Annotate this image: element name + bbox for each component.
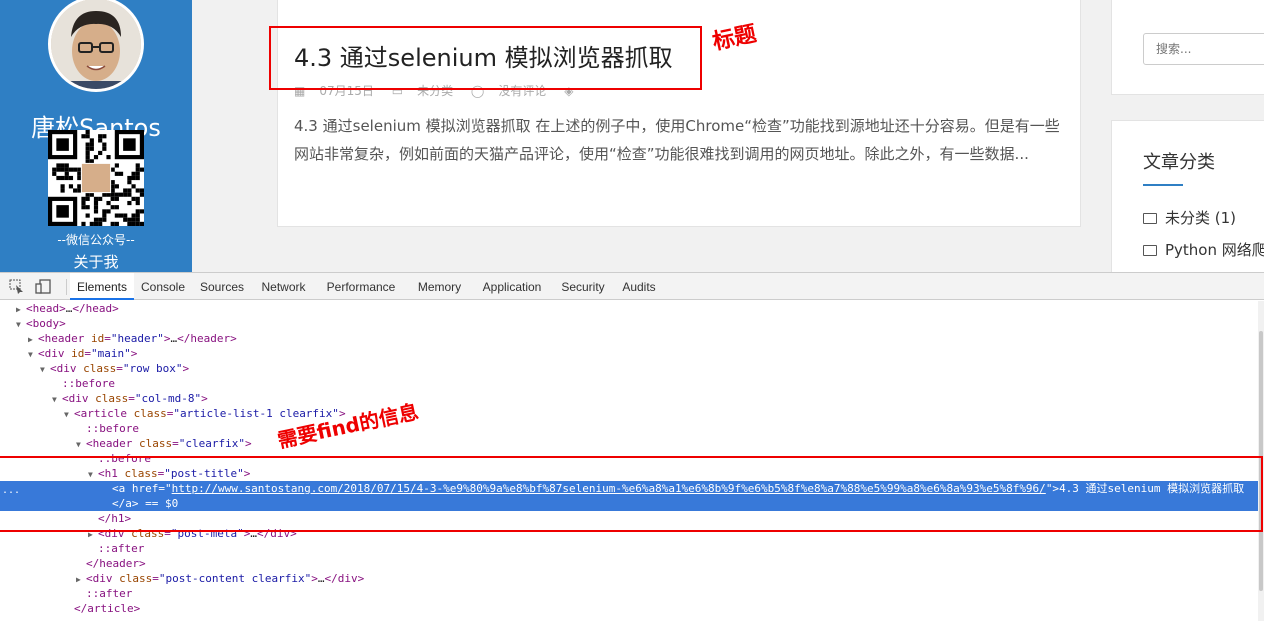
tab-elements[interactable]: Elements — [70, 273, 134, 300]
dom-node[interactable]: </header> — [0, 556, 1258, 571]
devtools-toolbar: Elements Console Sources Network Performance… — [0, 273, 1264, 300]
category-label: Python 网络爬 — [1165, 241, 1264, 259]
tab-audits[interactable]: Audits — [614, 273, 664, 300]
tab-application[interactable]: Application — [472, 273, 552, 300]
dom-node[interactable]: </article> — [0, 601, 1258, 616]
tab-performance[interactable]: Performance — [315, 273, 407, 300]
categories-widget: 文章分类 未分类 (1) Python 网络爬 — [1111, 120, 1264, 272]
dom-node[interactable]: ::after — [0, 541, 1258, 556]
device-toggle-icon[interactable] — [35, 279, 51, 294]
dom-node[interactable]: ▼ <article class="article-list-1 clearfix… — [0, 406, 1258, 421]
dom-node[interactable]: ::before — [0, 376, 1258, 391]
dom-node[interactable]: ▶ <div class="post-content clearfix">…</d… — [0, 571, 1258, 586]
about-me-link[interactable]: 关于我 — [0, 251, 192, 272]
devtools-panel: Elements Console Sources Network Performance… — [0, 272, 1264, 621]
toolbar-divider — [66, 279, 67, 295]
author-sidebar: 唐松Santos --微信公众号-- 关于我 — [0, 0, 192, 272]
dom-node[interactable]: ▼ <div id="main"> — [0, 346, 1258, 361]
category-label: 未分类 (1) — [1165, 209, 1237, 227]
dom-node[interactable]: ▼ <body> — [0, 316, 1258, 331]
inspect-icon[interactable] — [9, 279, 25, 294]
wechat-qr-code — [48, 130, 144, 226]
dom-node[interactable]: ▶ <head>…</head> — [0, 301, 1258, 316]
category-item[interactable]: 未分类 (1) — [1143, 207, 1236, 228]
folder-icon — [1143, 213, 1157, 224]
heading-underline — [1143, 184, 1183, 186]
qr-caption: --微信公众号-- — [57, 233, 135, 247]
categories-heading: 文章分类 — [1143, 152, 1215, 173]
tab-memory[interactable]: Memory — [407, 273, 472, 300]
tab-console[interactable]: Console — [134, 273, 192, 300]
tab-sources[interactable]: Sources — [192, 273, 252, 300]
dom-node[interactable]: ▶ <header id="header">…</header> — [0, 331, 1258, 346]
folder-icon — [1143, 245, 1157, 256]
find-highlight-box — [0, 456, 1263, 532]
title-highlight-box — [269, 26, 702, 90]
dom-node[interactable]: ▼ <header class="clearfix"> — [0, 436, 1258, 451]
author-avatar — [48, 0, 144, 92]
tab-security[interactable]: Security — [552, 273, 614, 300]
dom-node[interactable]: ::after — [0, 586, 1258, 601]
search-input[interactable] — [1143, 33, 1264, 65]
post-excerpt: 4.3 通过selenium 模拟浏览器抓取 在上述的例子中，使用Chrome“… — [294, 117, 1060, 163]
search-widget — [1111, 0, 1264, 95]
tab-network[interactable]: Network — [252, 273, 315, 300]
dom-node[interactable]: ▼ <div class="col-md-8"> — [0, 391, 1258, 406]
dom-node[interactable]: ::before — [0, 421, 1258, 436]
category-item[interactable]: Python 网络爬 — [1143, 239, 1264, 260]
dom-node[interactable]: ▼ <div class="row box"> — [0, 361, 1258, 376]
